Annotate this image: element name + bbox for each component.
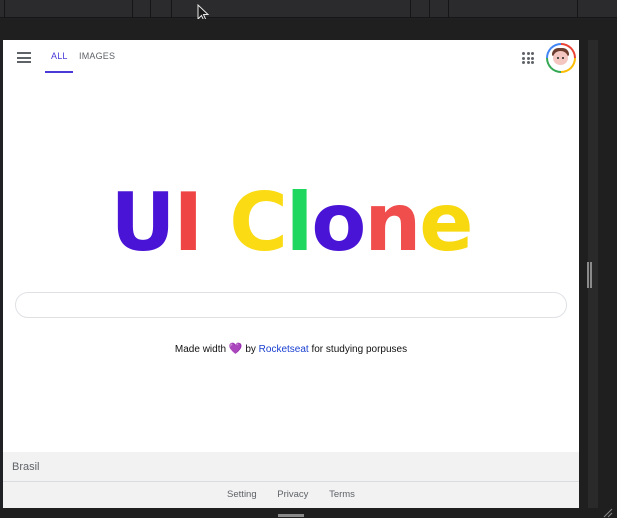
credits-suffix: for studying porpuses bbox=[311, 344, 408, 355]
vertical-resize-handle[interactable] bbox=[587, 262, 592, 288]
bottom-chrome bbox=[0, 508, 617, 518]
footer-country: Brasil bbox=[12, 461, 40, 473]
search-input[interactable] bbox=[15, 292, 567, 318]
horizontal-resize-handle[interactable] bbox=[278, 514, 304, 517]
hamburger-menu-icon[interactable] bbox=[17, 52, 31, 63]
tab-segment[interactable] bbox=[133, 0, 151, 18]
logo-letter: n bbox=[364, 176, 421, 269]
page-header: ALL IMAGES bbox=[3, 40, 579, 76]
tab-segment[interactable] bbox=[430, 0, 449, 18]
tab-segment[interactable] bbox=[411, 0, 430, 18]
devtools-panel-edge bbox=[579, 40, 617, 518]
credits-prefix: Made width bbox=[174, 344, 227, 355]
footer-link-terms[interactable]: Terms bbox=[329, 489, 355, 500]
page-viewport: ALL IMAGES UI Clone Made width 💜 by Rock… bbox=[3, 40, 579, 508]
browser-tab-strip bbox=[0, 0, 617, 18]
heart-icon: 💜 bbox=[228, 343, 243, 355]
footer-links: Setting Privacy Terms bbox=[3, 489, 579, 500]
logo-letter: e bbox=[419, 176, 473, 269]
footer-link-privacy[interactable]: Privacy bbox=[277, 489, 308, 500]
logo-letter: C bbox=[229, 176, 288, 269]
toolbar-gap bbox=[0, 19, 617, 40]
logo-letter: o bbox=[311, 176, 366, 269]
logo-letter: l bbox=[285, 176, 313, 269]
tab-segment[interactable] bbox=[449, 0, 578, 18]
tab-all[interactable]: ALL bbox=[51, 51, 68, 61]
footer-link-setting[interactable]: Setting bbox=[227, 489, 257, 500]
tab-segment[interactable] bbox=[578, 0, 617, 18]
rocketseat-link[interactable]: Rocketseat bbox=[259, 344, 309, 355]
logo-letter: U bbox=[110, 176, 175, 269]
tab-images[interactable]: IMAGES bbox=[79, 51, 115, 61]
user-avatar[interactable] bbox=[546, 43, 576, 73]
footer-divider bbox=[3, 481, 579, 482]
apps-grid-icon[interactable] bbox=[522, 52, 534, 64]
page-footer: Brasil Setting Privacy Terms bbox=[3, 452, 579, 508]
logo: UI Clone bbox=[3, 178, 579, 268]
corner-resize-icon[interactable] bbox=[603, 508, 613, 518]
credits-by: by bbox=[245, 344, 256, 355]
tab-segment[interactable] bbox=[5, 0, 133, 18]
logo-letter: I bbox=[173, 176, 203, 269]
active-tab-indicator bbox=[45, 71, 73, 73]
tab-segment[interactable] bbox=[151, 0, 172, 18]
avatar-image bbox=[548, 45, 574, 71]
credits-line: Made width 💜 by Rocketseat for studying … bbox=[3, 342, 579, 355]
